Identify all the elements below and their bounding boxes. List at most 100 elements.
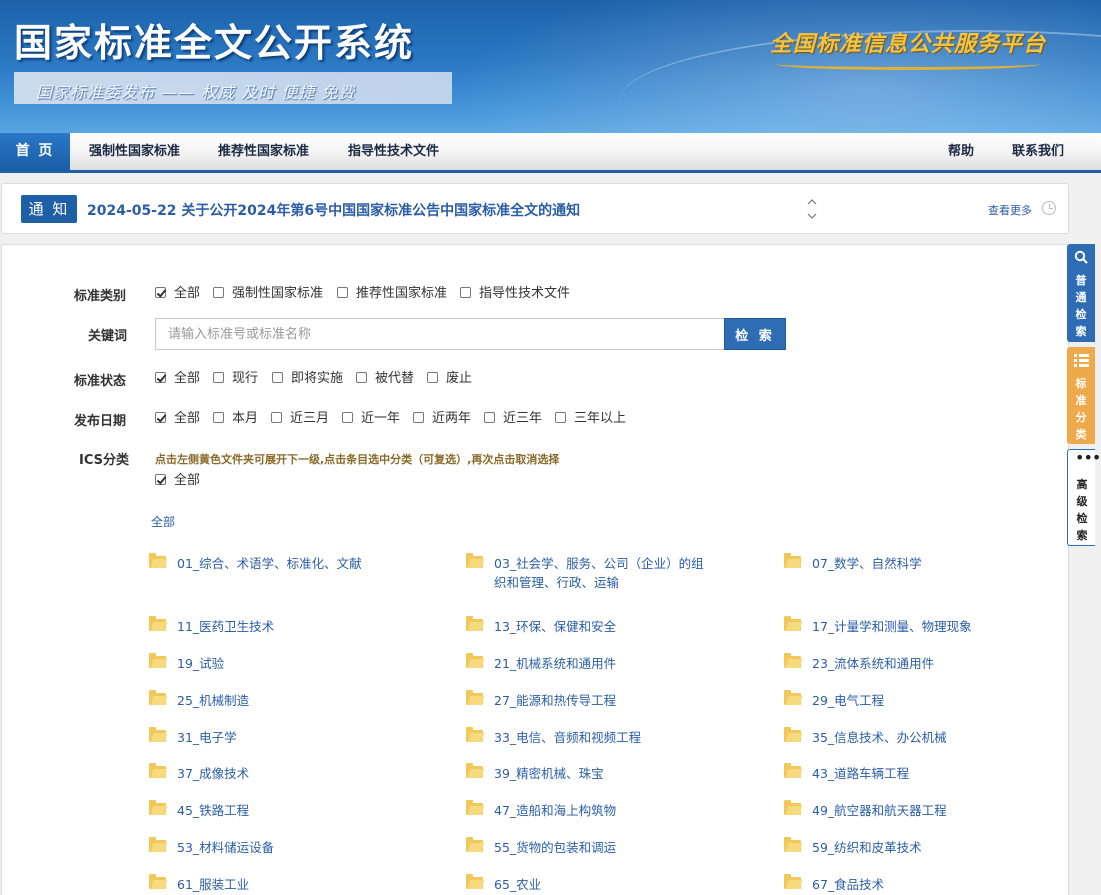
checkbox[interactable]: [460, 287, 471, 298]
ics-category-label[interactable]: 45_铁路工程: [177, 801, 249, 820]
checkbox[interactable]: [356, 372, 367, 383]
folder-icon[interactable]: [149, 616, 166, 631]
folder-icon[interactable]: [149, 763, 166, 778]
folder-icon[interactable]: [466, 837, 483, 852]
folder-icon[interactable]: [466, 874, 483, 889]
checkbox[interactable]: [413, 412, 424, 423]
nav-mandatory[interactable]: 强制性国家标准: [89, 133, 180, 170]
folder-icon[interactable]: [784, 553, 801, 568]
checkbox[interactable]: [555, 412, 566, 423]
folder-icon[interactable]: [149, 837, 166, 852]
notice-scroll-arrows-icon[interactable]: [805, 196, 819, 222]
checkbox[interactable]: [342, 412, 353, 423]
date-option-2-years[interactable]: 近两年: [413, 411, 471, 427]
folder-icon[interactable]: [149, 653, 166, 668]
checkbox-checked[interactable]: [155, 372, 166, 383]
date-option-this-month[interactable]: 本月: [213, 411, 258, 427]
ics-category-label[interactable]: 53_材料储运设备: [177, 838, 274, 857]
ics-category-label[interactable]: 43_道路车辆工程: [812, 764, 909, 783]
ics-category-label[interactable]: 03_社会学、服务、公司（企业）的组织和管理、行政、运输: [494, 554, 714, 592]
ics-category-label[interactable]: 39_精密机械、珠宝: [494, 764, 604, 783]
folder-icon[interactable]: [784, 616, 801, 631]
folder-icon[interactable]: [784, 653, 801, 668]
category-option-mandatory[interactable]: 强制性国家标准: [213, 286, 323, 302]
ics-category-label[interactable]: 27_能源和热传导工程: [494, 691, 616, 710]
side-tab-normal-search[interactable]: 普通检索: [1067, 244, 1095, 342]
ics-category-label[interactable]: 11_医药卫生技术: [177, 617, 274, 636]
keyword-input[interactable]: [155, 318, 725, 350]
folder-icon[interactable]: [466, 653, 483, 668]
status-option-upcoming[interactable]: 即将实施: [272, 371, 343, 387]
folder-icon[interactable]: [466, 763, 483, 778]
nav-guidance[interactable]: 指导性技术文件: [348, 133, 439, 170]
side-tab-advanced-search[interactable]: ••• 高级检索: [1067, 449, 1101, 546]
checkbox[interactable]: [213, 412, 224, 423]
ics-category-label[interactable]: 37_成像技术: [177, 764, 249, 783]
ics-category-label[interactable]: 13_环保、保健和安全: [494, 617, 616, 636]
date-option-3-months[interactable]: 近三月: [271, 411, 329, 427]
folder-icon[interactable]: [784, 837, 801, 852]
checkbox[interactable]: [337, 287, 348, 298]
nav-contact[interactable]: 联系我们: [1012, 133, 1064, 170]
folder-icon[interactable]: [784, 874, 801, 889]
ics-category-label[interactable]: 25_机械制造: [177, 691, 249, 710]
date-option-over-3-years[interactable]: 三年以上: [555, 411, 626, 427]
folder-icon[interactable]: [149, 874, 166, 889]
folder-icon[interactable]: [466, 616, 483, 631]
ics-category-label[interactable]: 35_信息技术、办公机械: [812, 728, 947, 747]
folder-icon[interactable]: [466, 800, 483, 815]
checkbox[interactable]: [427, 372, 438, 383]
ics-category-label[interactable]: 21_机械系统和通用件: [494, 654, 616, 673]
ics-category-label[interactable]: 29_电气工程: [812, 691, 884, 710]
ics-all-link[interactable]: 全部: [151, 513, 175, 530]
folder-icon[interactable]: [784, 763, 801, 778]
folder-icon[interactable]: [149, 690, 166, 705]
ics-category-label[interactable]: 61_服装工业: [177, 875, 249, 894]
status-option-current[interactable]: 现行: [213, 371, 258, 387]
ics-category-label[interactable]: 19_试验: [177, 654, 224, 673]
checkbox[interactable]: [272, 372, 283, 383]
ics-category-label[interactable]: 07_数学、自然科学: [812, 554, 922, 573]
checkbox[interactable]: [271, 412, 282, 423]
ics-category-label[interactable]: 55_货物的包装和调运: [494, 838, 616, 857]
side-tab-classify[interactable]: 标准分类: [1067, 347, 1095, 444]
nav-help[interactable]: 帮助: [948, 133, 974, 170]
ics-option-all[interactable]: 全部: [155, 473, 200, 489]
folder-icon[interactable]: [784, 800, 801, 815]
date-option-all[interactable]: 全部: [155, 411, 200, 427]
status-option-abolished[interactable]: 废止: [427, 371, 472, 387]
ics-category-label[interactable]: 67_食品技术: [812, 875, 884, 894]
checkbox[interactable]: [484, 412, 495, 423]
ics-category-label[interactable]: 33_电信、音频和视频工程: [494, 728, 641, 747]
checkbox-checked[interactable]: [155, 412, 166, 423]
category-option-guidance[interactable]: 指导性技术文件: [460, 286, 570, 302]
checkbox[interactable]: [213, 372, 224, 383]
nav-recommended[interactable]: 推荐性国家标准: [218, 133, 309, 170]
checkbox-checked[interactable]: [155, 474, 166, 485]
folder-icon[interactable]: [466, 727, 483, 742]
nav-home[interactable]: 首 页: [0, 133, 70, 170]
folder-icon[interactable]: [149, 727, 166, 742]
folder-icon[interactable]: [466, 690, 483, 705]
ics-category-label[interactable]: 59_纺织和皮革技术: [812, 838, 922, 857]
ics-category-label[interactable]: 49_航空器和航天器工程: [812, 801, 947, 820]
ics-category-label[interactable]: 65_农业: [494, 875, 541, 894]
folder-icon[interactable]: [784, 690, 801, 705]
folder-icon[interactable]: [149, 800, 166, 815]
date-option-1-year[interactable]: 近一年: [342, 411, 400, 427]
ics-category-label[interactable]: 47_造船和海上构筑物: [494, 801, 616, 820]
notice-more-link[interactable]: 查看更多: [988, 202, 1032, 218]
checkbox[interactable]: [213, 287, 224, 298]
category-option-all[interactable]: 全部: [155, 286, 200, 302]
folder-icon[interactable]: [784, 727, 801, 742]
date-option-3-years[interactable]: 近三年: [484, 411, 542, 427]
notice-link[interactable]: 2024-05-22 关于公开2024年第6号中国国家标准公告中国家标准全文的通…: [87, 200, 580, 220]
folder-icon[interactable]: [149, 553, 166, 568]
ics-category-label[interactable]: 31_电子学: [177, 728, 237, 747]
ics-category-label[interactable]: 17_计量学和测量、物理现象: [812, 617, 972, 636]
status-option-replaced[interactable]: 被代替: [356, 371, 414, 387]
ics-category-label[interactable]: 01_综合、术语学、标准化、文献: [177, 554, 362, 573]
checkbox-checked[interactable]: [155, 287, 166, 298]
status-option-all[interactable]: 全部: [155, 371, 200, 387]
category-option-recommended[interactable]: 推荐性国家标准: [337, 286, 447, 302]
